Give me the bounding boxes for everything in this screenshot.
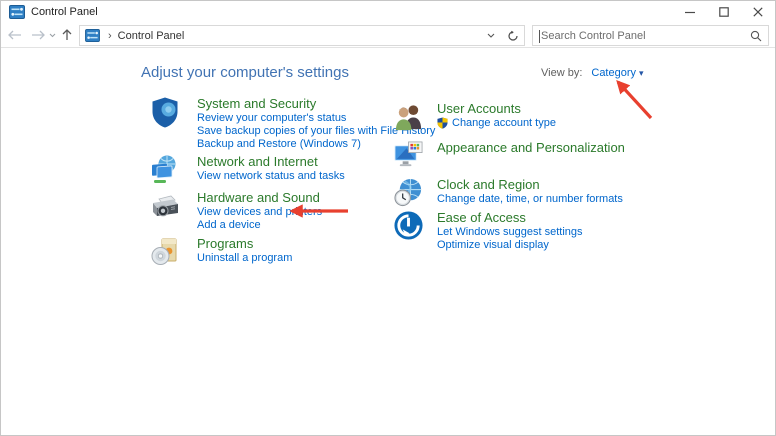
- close-button[interactable]: [741, 1, 775, 23]
- refresh-icon: [508, 30, 518, 41]
- back-icon: [8, 30, 21, 40]
- category-title-appearance-and-personalization[interactable]: Appearance and Personalization: [437, 140, 625, 155]
- category-title-hardware-and-sound[interactable]: Hardware and Sound: [197, 190, 322, 205]
- link-change-account-type[interactable]: Change account type: [437, 117, 556, 129]
- link-change-account-type-label: Change account type: [452, 117, 556, 129]
- up-button[interactable]: [57, 23, 77, 47]
- window-title: Control Panel: [31, 6, 98, 18]
- view-by-control: View by: Category ▾: [541, 67, 644, 79]
- forward-button[interactable]: [28, 23, 48, 47]
- link-change-date-time-formats[interactable]: Change date, time, or number formats: [437, 193, 623, 205]
- category-clock-and-region: Clock and Region Change date, time, or n…: [393, 177, 623, 213]
- network-internet-icon[interactable]: [149, 154, 181, 191]
- page-title: Adjust your computer's settings: [141, 64, 349, 81]
- search-input[interactable]: [533, 29, 744, 42]
- clock-region-icon[interactable]: [393, 177, 424, 213]
- history-chevron-icon: [49, 33, 55, 37]
- title-bar: Control Panel: [1, 1, 775, 23]
- category-hardware-and-sound: Hardware and Sound View devices and prin…: [149, 190, 322, 231]
- refresh-button[interactable]: [502, 25, 525, 46]
- system-security-icon[interactable]: [149, 96, 181, 150]
- view-by-dropdown-icon[interactable]: ▾: [639, 68, 644, 78]
- link-let-windows-suggest-settings[interactable]: Let Windows suggest settings: [437, 226, 583, 238]
- link-add-a-device[interactable]: Add a device: [197, 219, 322, 231]
- control-panel-icon: [9, 4, 25, 20]
- category-title-user-accounts[interactable]: User Accounts: [437, 101, 556, 116]
- maximize-icon: [719, 7, 729, 17]
- red-arrow-to-category: [616, 80, 653, 120]
- forward-icon: [32, 30, 45, 40]
- view-by-label: View by:: [541, 67, 583, 79]
- category-title-programs[interactable]: Programs: [197, 236, 292, 251]
- back-button[interactable]: [5, 23, 25, 47]
- breadcrumb-item-control-panel[interactable]: Control Panel: [118, 30, 185, 42]
- user-accounts-icon[interactable]: [393, 101, 424, 137]
- minimize-button[interactable]: [673, 1, 707, 23]
- search-icon: [744, 30, 768, 42]
- category-appearance-and-personalization: Appearance and Personalization: [393, 140, 625, 176]
- maximize-button[interactable]: [707, 1, 741, 23]
- breadcrumb-chevron-icon: ›: [108, 29, 112, 42]
- address-chevron-icon: [487, 33, 495, 38]
- hardware-sound-icon[interactable]: [149, 190, 181, 231]
- category-ease-of-access: Ease of Access Let Windows suggest setti…: [393, 210, 583, 251]
- control-panel-window: Control Panel › Control Panel Search Con…: [0, 0, 776, 436]
- minimize-icon: [685, 11, 695, 14]
- category-user-accounts: User Accounts Change account type: [393, 101, 556, 137]
- navigation-bar: › Control Panel: [1, 23, 775, 48]
- link-network-status-tasks[interactable]: View network status and tasks: [197, 170, 345, 182]
- ease-of-access-icon[interactable]: [393, 210, 424, 251]
- link-uninstall-a-program[interactable]: Uninstall a program: [197, 252, 292, 264]
- address-dropdown-button[interactable]: [480, 26, 502, 45]
- link-view-devices-and-printers[interactable]: View devices and printers: [197, 206, 322, 218]
- category-programs: Programs Uninstall a program: [149, 236, 292, 273]
- text-cursor: [539, 30, 540, 43]
- category-title-clock-and-region[interactable]: Clock and Region: [437, 177, 623, 192]
- view-by-value[interactable]: Category: [591, 67, 636, 79]
- address-bar[interactable]: › Control Panel: [79, 25, 503, 46]
- appearance-personalization-icon[interactable]: [393, 140, 424, 176]
- category-network-and-internet: Network and Internet View network status…: [149, 154, 345, 191]
- category-title-ease-of-access[interactable]: Ease of Access: [437, 210, 583, 225]
- link-optimize-visual-display[interactable]: Optimize visual display: [437, 239, 583, 251]
- uac-shield-icon: [437, 117, 448, 129]
- category-title-network-and-internet[interactable]: Network and Internet: [197, 154, 345, 169]
- close-icon: [753, 7, 763, 17]
- control-panel-icon: [85, 29, 101, 43]
- annotation-layer: [289, 80, 653, 218]
- up-icon: [62, 29, 72, 40]
- programs-icon[interactable]: [149, 236, 181, 273]
- search-box[interactable]: [532, 25, 769, 46]
